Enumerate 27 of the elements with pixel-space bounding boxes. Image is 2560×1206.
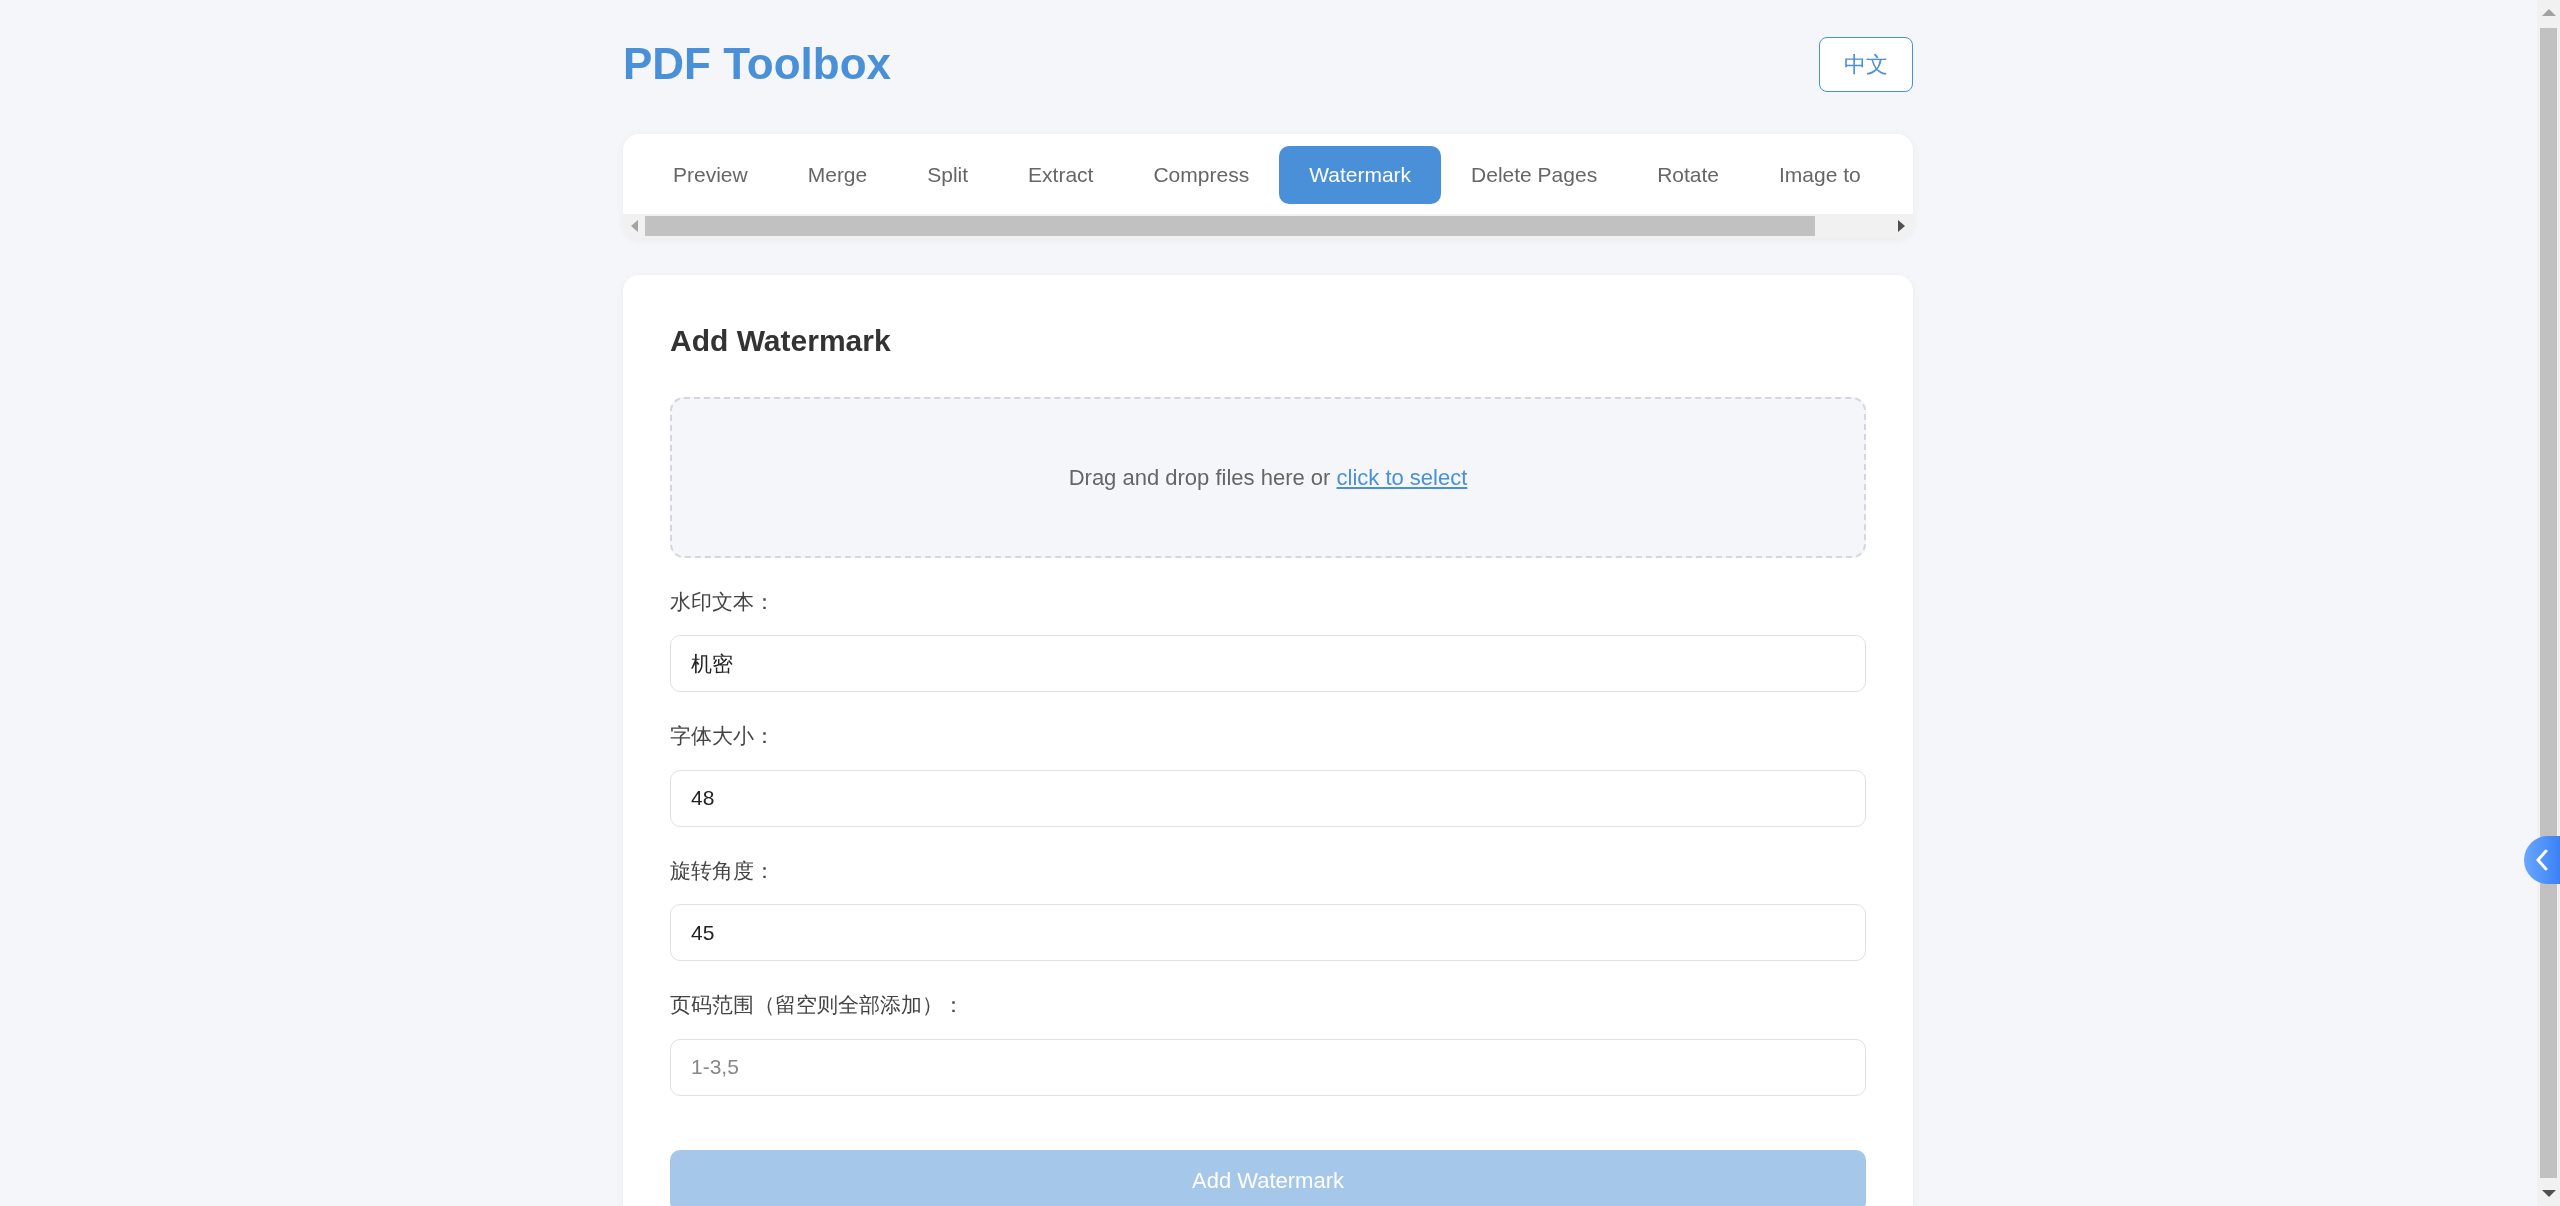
input-field[interactable]: 48 xyxy=(670,769,1866,827)
field-label: 字体大小： xyxy=(670,723,775,749)
app-title: PDF Toolbox xyxy=(623,38,892,91)
field-label: 页码范围（留空则全部添加）： xyxy=(670,992,964,1018)
panel-title: Add Watermark xyxy=(670,322,892,359)
side-panel-toggle[interactable] xyxy=(2524,836,2560,884)
tab[interactable]: Rotate xyxy=(1627,146,1750,204)
select-link[interactable]: click to select xyxy=(1336,464,1468,490)
drop-zone[interactable]: Drag and drop files here or click to select xyxy=(670,396,1866,558)
input-field[interactable]: 机密 xyxy=(670,635,1866,692)
input-field[interactable]: 45 xyxy=(670,904,1866,961)
chevron-left-icon xyxy=(2535,849,2549,871)
field-label: 旋转角度： xyxy=(670,857,775,884)
language-button[interactable]: 中文 xyxy=(1819,37,1913,92)
scrollbar-thumb[interactable] xyxy=(645,215,1815,236)
tab[interactable]: Split xyxy=(897,146,999,204)
tab[interactable]: Watermark xyxy=(1279,146,1442,204)
drop-zone-text: Drag and drop files here or click to select xyxy=(1068,463,1468,492)
tab[interactable]: Image to xyxy=(1749,146,1891,204)
tab[interactable]: Merge xyxy=(777,146,898,204)
input-field[interactable]: 1-3,5 xyxy=(670,1038,1866,1096)
tab[interactable]: Compress xyxy=(1123,146,1280,204)
tab[interactable]: Extract xyxy=(998,146,1124,204)
tab[interactable]: Delete Pages xyxy=(1441,146,1628,204)
scrollbar-thumb[interactable] xyxy=(2540,28,2557,1178)
tab[interactable]: Preview xyxy=(643,146,778,204)
field-label: 水印文本： xyxy=(670,588,775,615)
